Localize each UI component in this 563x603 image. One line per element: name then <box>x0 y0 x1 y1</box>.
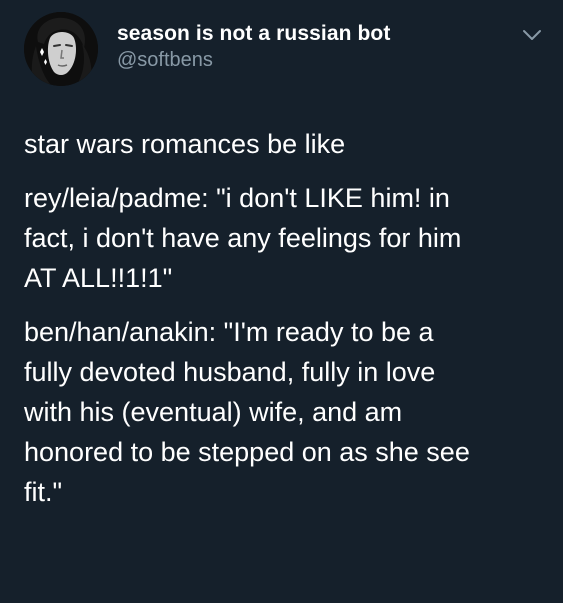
tweet-card: season is not a russian bot @softbens st… <box>0 0 563 603</box>
user-handle[interactable]: @softbens <box>117 48 390 72</box>
author-names: season is not a russian bot @softbens <box>117 22 390 72</box>
tweet-paragraph: rey/leia/padme: "i don't LIKE him! in fa… <box>24 183 462 293</box>
avatar-image <box>24 12 98 86</box>
chevron-down-icon[interactable] <box>522 28 542 42</box>
tweet-text: star wars romances be like rey/leia/padm… <box>24 124 544 512</box>
tweet-paragraph: ben/han/anakin: "I'm ready to be a fully… <box>24 317 470 507</box>
tweet-paragraph: star wars romances be like <box>24 129 346 159</box>
display-name[interactable]: season is not a russian bot <box>117 22 390 46</box>
tweet-header: season is not a russian bot @softbens <box>24 12 544 88</box>
avatar[interactable] <box>24 12 98 86</box>
